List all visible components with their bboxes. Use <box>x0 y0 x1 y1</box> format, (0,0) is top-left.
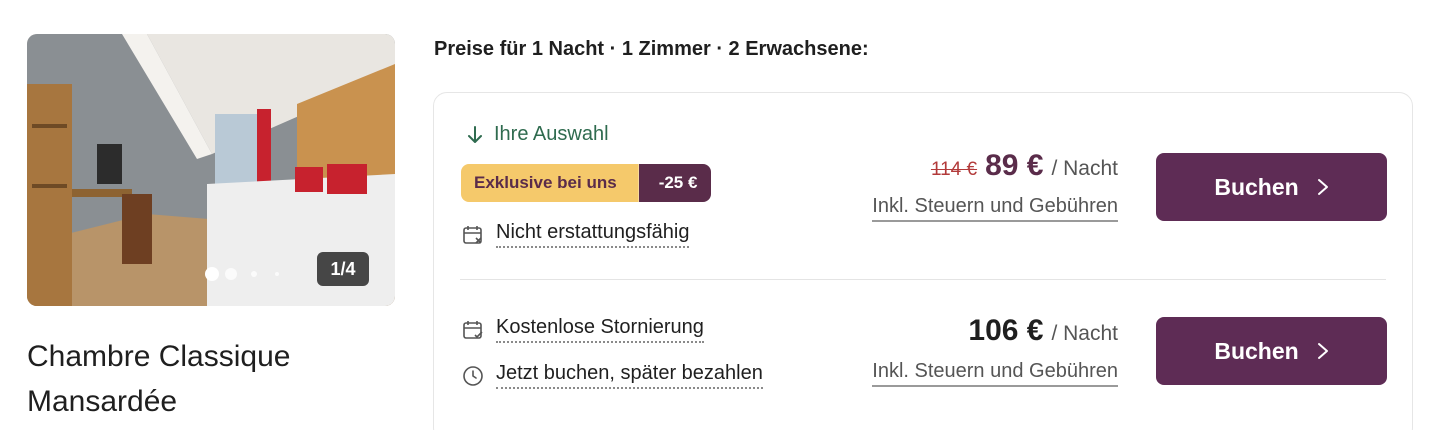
carousel-dot-4[interactable] <box>275 272 279 276</box>
carousel-dot-1[interactable] <box>205 267 219 281</box>
price-block-2: 106 € / Nacht Inkl. Steuern und Gebühren <box>872 314 1118 387</box>
arrow-down-icon <box>468 125 482 143</box>
taxes-info-link[interactable]: Inkl. Steuern und Gebühren <box>872 360 1118 387</box>
taxes-info-link[interactable]: Inkl. Steuern und Gebühren <box>872 195 1118 222</box>
carousel-dot-2[interactable] <box>225 268 237 280</box>
room-photo-carousel[interactable]: 1/4 <box>27 34 395 306</box>
calendar-check-icon <box>463 320 483 339</box>
price: 106 € <box>968 314 1044 347</box>
book-button-label: Buchen <box>1214 337 1299 364</box>
per-night-label: / Nacht <box>1051 322 1118 345</box>
calendar-x-icon <box>463 225 482 244</box>
photo-counter: 1/4 <box>317 252 369 286</box>
room-title: Chambre Classique Mansardée <box>27 340 291 418</box>
clock-icon <box>463 365 483 386</box>
discount-badge: -25 € <box>638 164 712 202</box>
chevron-right-icon <box>1317 179 1328 195</box>
old-price: 114 € <box>930 159 978 180</box>
exclusive-badge-text: Exklusive bei uns <box>461 164 639 202</box>
carousel-dot-3[interactable] <box>251 271 257 277</box>
carousel-dots[interactable] <box>205 267 279 281</box>
discounted-price: 89 € <box>985 149 1044 182</box>
feature-free-cancellation-text: Kostenlose Stornierung <box>496 316 704 343</box>
rates-card: Ihre Auswahl Exklusive bei uns -25 € Nic… <box>433 92 1413 430</box>
book-button-label: Buchen <box>1214 173 1299 200</box>
price-block-1: 114 € 89 € / Nacht Inkl. Steuern und Geb… <box>872 149 1118 222</box>
feature-pay-later[interactable]: Jetzt buchen, später bezahlen <box>462 362 763 389</box>
feature-free-cancellation[interactable]: Kostenlose Stornierung <box>462 316 704 343</box>
selected-label: Ihre Auswahl <box>466 123 609 146</box>
prices-header: Preise für 1 Nacht · 1 Zimmer · 2 Erwach… <box>434 38 869 60</box>
per-night-label: / Nacht <box>1051 157 1118 180</box>
exclusive-badge: Exklusive bei uns -25 € <box>461 164 712 202</box>
offer-divider <box>460 279 1386 280</box>
feature-pay-later-text: Jetzt buchen, später bezahlen <box>496 362 763 389</box>
book-button-2[interactable]: Buchen <box>1156 317 1387 385</box>
book-button-1[interactable]: Buchen <box>1156 153 1387 221</box>
feature-non-refundable-text: Nicht erstattungsfähig <box>496 221 690 248</box>
feature-non-refundable[interactable]: Nicht erstattungsfähig <box>462 221 690 248</box>
chevron-right-icon <box>1317 343 1328 359</box>
selected-label-text: Ihre Auswahl <box>494 123 609 145</box>
